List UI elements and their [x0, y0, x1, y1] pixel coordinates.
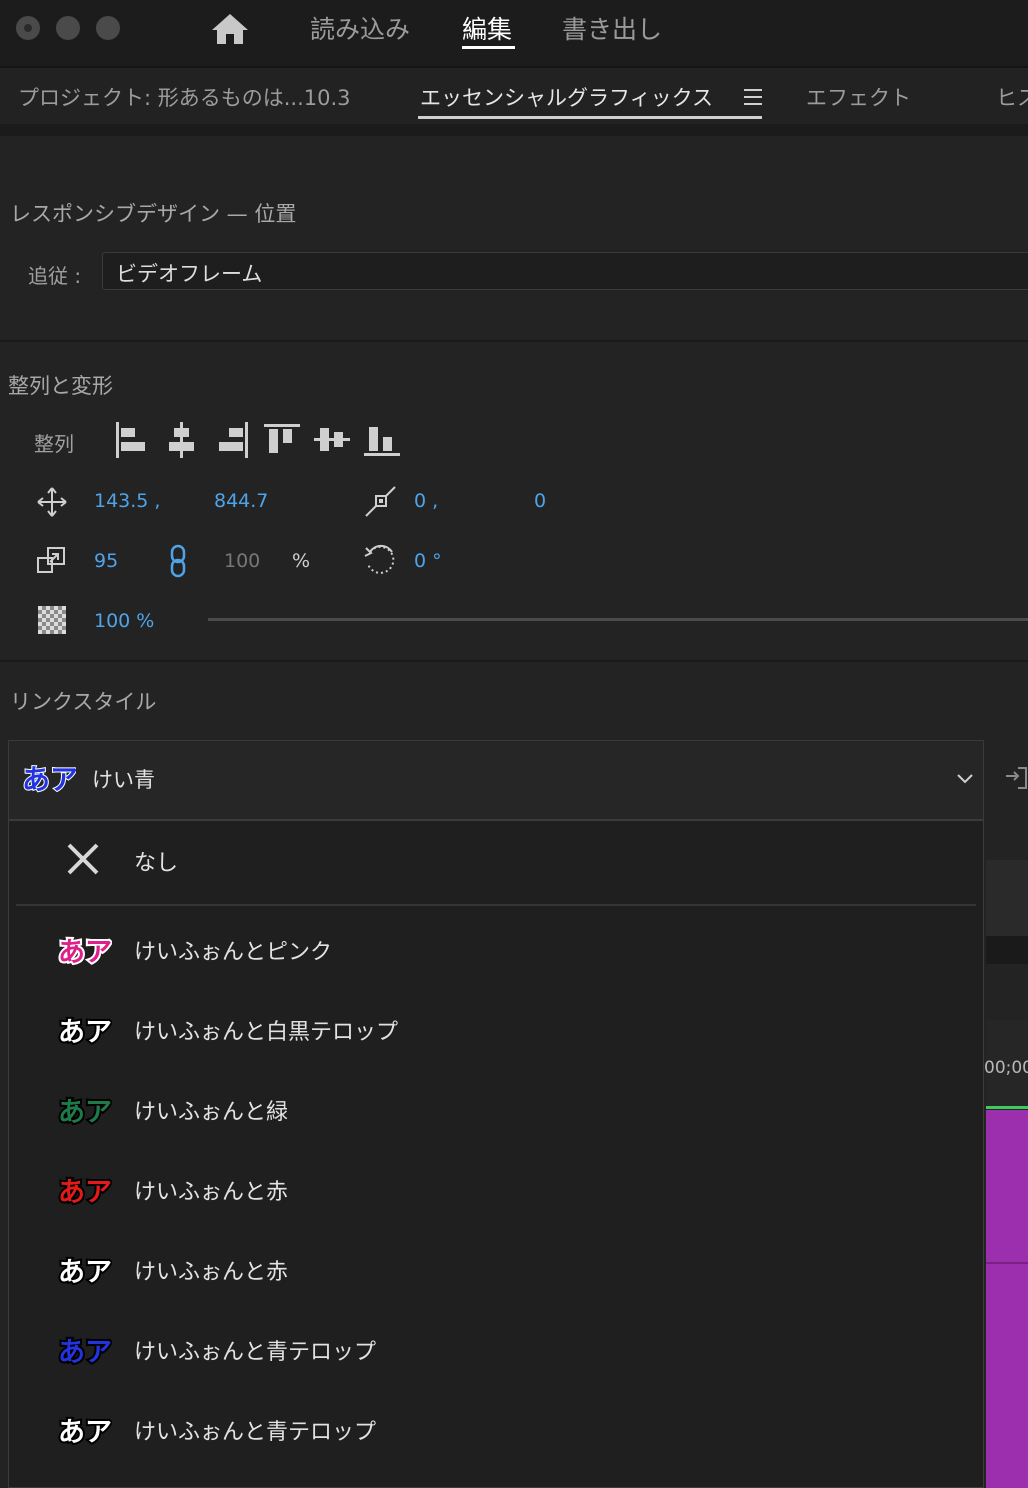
swatch-text: あア: [22, 763, 76, 796]
swatch-text: あア: [58, 1337, 112, 1368]
align-left-icon[interactable]: [114, 420, 150, 460]
window-minimize-button[interactable]: [56, 16, 80, 40]
panel-separator: [0, 124, 1028, 136]
style-swatch: あア: [56, 1252, 114, 1290]
list-item-label: けいふぉんと赤: [134, 1260, 289, 1285]
scale-icon: [37, 547, 65, 573]
panel-menu-icon[interactable]: [744, 88, 764, 106]
align-transform-title: 整列と変形: [8, 374, 113, 398]
timeline-clip[interactable]: [986, 1110, 1028, 1488]
chevron-down-icon[interactable]: [956, 772, 974, 786]
opacity-slider[interactable]: [208, 618, 1028, 621]
responsive-design-title: レスポンシブデザイン — 位置: [10, 202, 297, 226]
tab-import[interactable]: 読み込み: [310, 10, 410, 46]
align-right-icon[interactable]: [214, 420, 250, 460]
swatch-text: あア: [58, 1257, 112, 1288]
timeline-clip-divider: [986, 1262, 1028, 1264]
opacity-icon: [38, 606, 66, 634]
list-item-label: けいふぉんと赤: [134, 1180, 289, 1205]
timeline-timecode: 00;00: [984, 1058, 1028, 1078]
background-panel: [986, 860, 1028, 936]
opacity-value[interactable]: 100 %: [94, 610, 154, 632]
list-item-label: けいふぉんと青テロップ: [134, 1420, 377, 1445]
swatch-text: あア: [58, 1097, 112, 1128]
align-horizontal-center-icon[interactable]: [164, 420, 200, 460]
anchor-point-icon: [365, 486, 396, 517]
list-divider: [16, 904, 976, 906]
tab-export[interactable]: 書き出し: [562, 10, 662, 46]
window-zoom-button[interactable]: [96, 16, 120, 40]
list-item-label: けいふぉんと緑: [134, 1100, 289, 1125]
rotation-value[interactable]: 0 °: [414, 550, 442, 572]
style-swatch: あア: [56, 1412, 114, 1450]
position-y-value[interactable]: 844.7: [214, 490, 268, 512]
style-swatch: あア: [56, 1332, 114, 1370]
list-item-label: けいふぉんと白黒テロップ: [134, 1020, 399, 1045]
divider: [0, 660, 1028, 662]
list-item-label: けいふぉんとピンク: [134, 940, 333, 965]
anchor-x-value[interactable]: 0 ,: [414, 490, 438, 512]
background-panel: [986, 936, 1028, 964]
scale-height-value[interactable]: 100: [224, 550, 260, 572]
align-label: 整列: [34, 432, 74, 456]
title-bar: [0, 0, 1028, 68]
link-style-selected-value: けい青: [92, 768, 155, 792]
panel-active-tab-indicator: [418, 116, 762, 119]
align-top-icon[interactable]: [264, 420, 300, 460]
rotation-icon: [364, 545, 395, 574]
scale-percent-label: %: [292, 550, 311, 572]
active-tab-indicator: [462, 46, 515, 49]
window-close-button[interactable]: [16, 16, 40, 40]
position-x-value[interactable]: 143.5 ,: [94, 490, 160, 512]
tab-project[interactable]: プロジェクト: 形あるものは...10.3: [18, 82, 351, 112]
style-swatch: あア: [56, 1012, 114, 1050]
position-icon: [37, 487, 67, 517]
align-bottom-icon[interactable]: [364, 420, 400, 460]
anchor-y-value[interactable]: 0: [534, 490, 546, 512]
style-swatch: あア: [56, 1172, 114, 1210]
align-vertical-center-icon[interactable]: [314, 420, 350, 460]
follow-select-value: ビデオフレーム: [116, 262, 263, 286]
swatch-text: あア: [58, 1417, 112, 1448]
swatch-text: あア: [58, 1177, 112, 1208]
follow-label: 追従 :: [28, 264, 82, 288]
swatch-text: あア: [58, 1017, 112, 1048]
style-swatch: あア: [56, 1092, 114, 1130]
close-icon: [67, 843, 99, 875]
home-icon[interactable]: [210, 12, 250, 46]
link-icon[interactable]: [168, 544, 188, 578]
divider: [0, 340, 1028, 342]
swatch-text: あア: [58, 937, 112, 968]
timeline-work-area-bar: [986, 1106, 1028, 1109]
sync-style-icon[interactable]: [1004, 764, 1028, 794]
tab-history[interactable]: ヒス: [996, 82, 1028, 112]
tab-essential-graphics[interactable]: エッセンシャルグラフィックス: [420, 82, 713, 112]
style-swatch: あア: [56, 932, 114, 970]
list-item-label: けいふぉんと青テロップ: [134, 1340, 377, 1365]
list-item-label: なし: [134, 851, 179, 876]
tab-effects[interactable]: エフェクト: [806, 82, 911, 112]
link-style-title: リンクスタイル: [10, 690, 157, 714]
scale-value[interactable]: 95: [94, 550, 118, 572]
tab-edit[interactable]: 編集: [462, 10, 512, 46]
selected-style-swatch: あア: [20, 760, 79, 797]
